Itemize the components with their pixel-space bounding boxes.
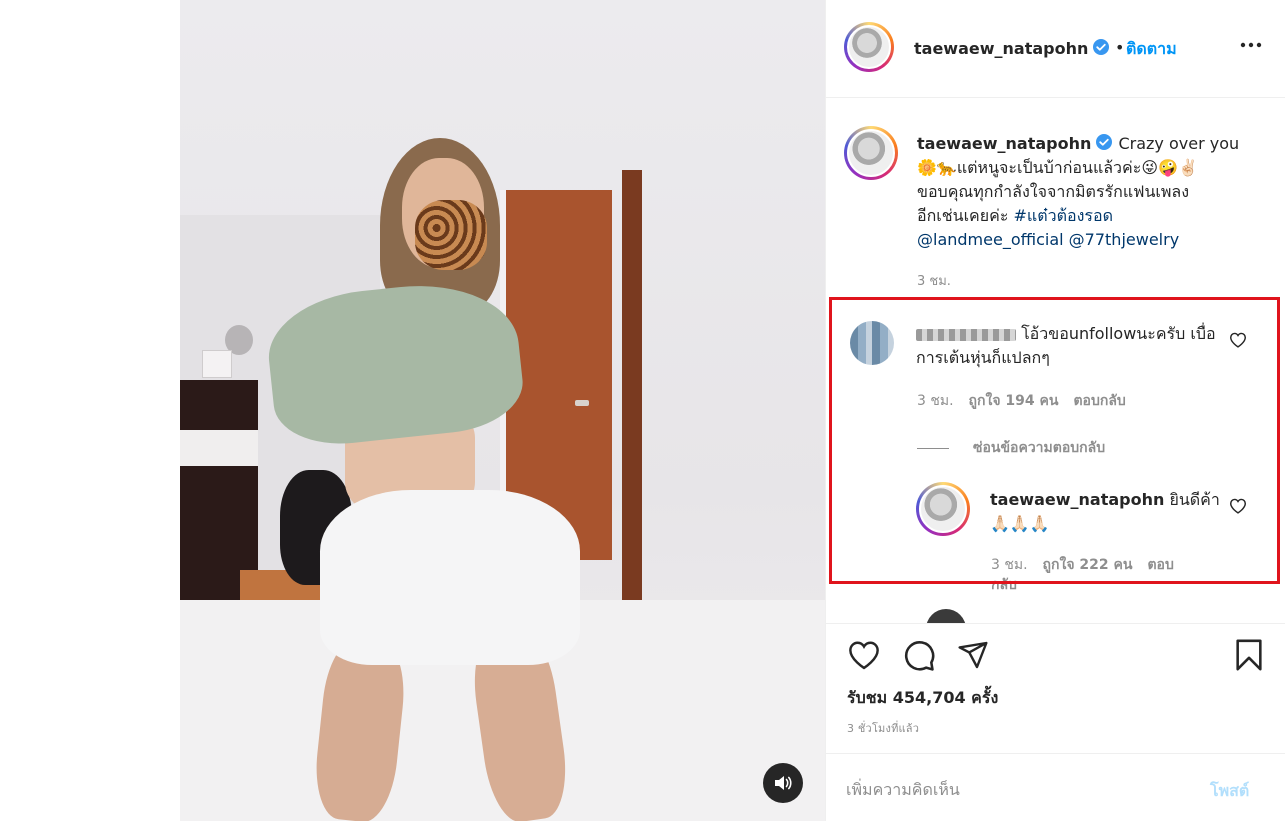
post-side-panel: taewaew_natapohn • ติดตาม taewaew_natapo…: [825, 0, 1285, 821]
author-username[interactable]: taewaew_natapohn: [914, 39, 1088, 58]
post-actions: รับชม 454,704 ครั้ง 3 ชั่วโมงที่แล้ว: [826, 623, 1285, 753]
post-header: taewaew_natapohn • ติดตาม: [826, 0, 1285, 98]
author-avatar[interactable]: [844, 22, 894, 72]
heart-icon: [849, 641, 879, 670]
heart-icon: [1229, 332, 1247, 348]
caption-line: ขอบคุณทุกกำลังใจจากมิตรรักแฟนเพลง: [917, 182, 1190, 201]
save-button[interactable]: [1234, 638, 1264, 676]
comment-like-button[interactable]: [1229, 332, 1247, 352]
add-comment-form: โพสต์: [826, 753, 1285, 821]
share-button[interactable]: [956, 639, 990, 675]
hide-replies-label: ซ่อนข้อความตอบกลับ: [973, 440, 1106, 456]
verified-badge-icon: [1093, 39, 1110, 55]
mention-link[interactable]: @landmee_official: [917, 230, 1064, 249]
caption-timestamp[interactable]: 3 ชม.: [917, 270, 951, 291]
piano: [180, 380, 258, 600]
author-username-row: taewaew_natapohn: [914, 38, 1110, 58]
caption-author-avatar[interactable]: [844, 126, 898, 180]
avatar-image: [847, 129, 895, 177]
mention-link[interactable]: @77thjewelry: [1069, 230, 1179, 249]
dancer-skirt: [320, 490, 580, 665]
caption-line: 🌼🐆แต่หนูจะเป็นบ้าก่อนแล้วค่ะ😜🤪✌🏻: [917, 158, 1198, 177]
comment-button[interactable]: [902, 639, 936, 677]
replies-divider-line: [917, 447, 949, 449]
like-button[interactable]: [847, 640, 881, 674]
more-options-button[interactable]: [1238, 30, 1264, 60]
more-dots-icon: [1240, 42, 1262, 48]
reply-likes[interactable]: ถูกใจ 222 คน: [1043, 557, 1133, 573]
reply-meta: 3 ชม. ถูกใจ 222 คน ตอบกลับ: [991, 555, 1191, 595]
post-comment-button[interactable]: โพสต์: [1210, 779, 1249, 804]
reply-text: taewaew_natapohn ยินดีค้า🙏🏻🙏🏻🙏🏻: [990, 488, 1230, 536]
comment-reply-button[interactable]: ตอบกลับ: [1073, 393, 1125, 409]
hashtag-link[interactable]: #แต๋วต้องรอด: [1014, 206, 1114, 225]
separator-dot: •: [1115, 38, 1125, 57]
caption-line: อีกเช่นเคยค่ะ: [917, 206, 1014, 225]
reply-like-button[interactable]: [1229, 498, 1247, 518]
wooden-cabinet: [622, 170, 642, 670]
comment-time[interactable]: 3 ชม.: [917, 393, 954, 409]
heart-icon: [1229, 498, 1247, 514]
comment-text: โอ้วขอunfollowนะครับ เบื่อการเต้นหุ่นก็แ…: [916, 322, 1216, 370]
reply-author-avatar[interactable]: [916, 482, 970, 536]
avatar-image: [847, 25, 891, 69]
reply-username[interactable]: taewaew_natapohn: [990, 490, 1164, 509]
decor-frame: [202, 350, 232, 378]
caption-username[interactable]: taewaew_natapohn: [917, 134, 1091, 153]
view-count[interactable]: รับชม 454,704 ครั้ง: [847, 686, 998, 711]
reply-time[interactable]: 3 ชม.: [991, 557, 1028, 573]
comment-meta: 3 ชม. ถูกใจ 194 คน ตอบกลับ: [917, 390, 1141, 412]
door-handle: [575, 400, 589, 406]
post-age[interactable]: 3 ชั่วโมงที่แล้ว: [847, 719, 919, 737]
caption-line: Crazy over you: [1118, 134, 1240, 153]
piano-keys: [180, 430, 258, 466]
comment-likes[interactable]: ถูกใจ 194 คน: [969, 393, 1059, 409]
avatar-image: [919, 485, 967, 533]
commenter-avatar-blurred[interactable]: [850, 321, 894, 365]
verified-badge-icon: [1096, 134, 1113, 150]
video-player[interactable]: [180, 0, 825, 821]
post-media: [0, 0, 825, 821]
hide-replies-button[interactable]: ซ่อนข้อความตอบกลับ: [917, 437, 1105, 459]
commenter-username-blurred[interactable]: [916, 328, 1016, 341]
follow-button[interactable]: ติดตาม: [1126, 37, 1177, 62]
caption-text: taewaew_natapohn Crazy over you 🌼🐆แต่หนู…: [917, 132, 1267, 252]
dancer-mask: [415, 200, 487, 270]
next-comment-avatar: [926, 609, 966, 623]
comment-input[interactable]: [846, 774, 1186, 804]
bookmark-icon: [1236, 639, 1262, 671]
sound-toggle-button[interactable]: [763, 763, 803, 803]
paper-plane-icon: [958, 641, 988, 669]
speaker-icon: [775, 776, 792, 790]
comment-bubble-icon: [904, 641, 935, 671]
